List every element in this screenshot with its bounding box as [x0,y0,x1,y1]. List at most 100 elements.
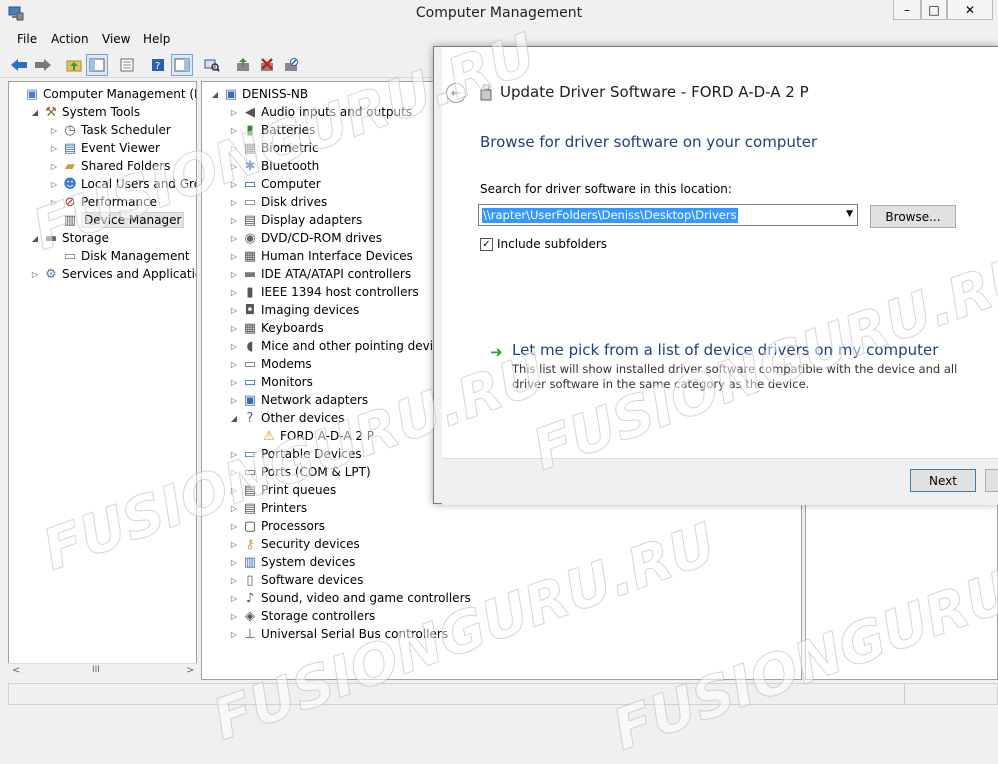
tree-item[interactable]: ◢ ⚒ System Tools [30,103,140,121]
device-category-item[interactable]: ◢? Other devices [229,409,345,427]
device-category-item[interactable]: ▷ ▯ Software devices [229,571,363,589]
device-category-item[interactable]: ▷ ▬ IDE ATA/ATAPI controllers [229,265,411,283]
device-category-item[interactable]: ▷ ✱ Bluetooth [229,157,319,175]
tree-item-label[interactable]: DENISS-NB [242,87,308,101]
tree-item-label[interactable]: Universal Serial Bus controllers [261,627,448,641]
device-category-item[interactable]: ▷ ⊥ Universal Serial Bus controllers [229,625,448,643]
tree-item-label[interactable]: IDE ATA/ATAPI controllers [261,267,411,281]
expand-arrow-icon[interactable]: ▷ [229,612,239,621]
tree-item[interactable]: ▷ ⚙ Services and Applications [30,265,196,283]
tree-item-label[interactable]: Computer Management (Local [43,87,196,101]
scroll-thumb[interactable]: III [92,665,100,675]
expand-arrow-icon[interactable]: ▷ [229,108,239,117]
device-category-item[interactable]: ▷ ◘ Imaging devices [229,301,359,319]
expand-arrow-icon[interactable]: ▷ [229,162,239,171]
expand-arrow-icon[interactable]: ▷ [229,144,239,153]
scan-hardware-button[interactable] [201,54,223,76]
expand-arrow-icon[interactable]: ▷ [229,306,239,315]
tree-item-label[interactable]: Network adapters [261,393,368,407]
expand-arrow-icon[interactable]: ▷ [229,270,239,279]
device-category-item[interactable]: ▷ ◖ Mice and other pointing devices [229,337,453,355]
device-category-item[interactable]: ▷ ▭ Computer [229,175,321,193]
device-category-item[interactable]: ⚠ FORD A-D-A 2 P [248,427,374,445]
expand-arrow-icon[interactable]: ▷ [229,288,239,297]
tree-item-label[interactable]: Ports (COM & LPT) [261,465,371,479]
expand-arrow-icon[interactable]: ▷ [229,126,239,135]
device-category-item[interactable]: ▷ ◀ Audio inputs and outputs [229,103,412,121]
driver-path-combobox[interactable]: \\rapter\UserFolders\Deniss\Desktop\Driv… [478,204,858,226]
tree-item-label[interactable]: DVD/CD-ROM drives [261,231,382,245]
tree-item-label[interactable]: Audio inputs and outputs [261,105,412,119]
device-category-item[interactable]: ▷ ▣ Network adapters [229,391,368,409]
expand-arrow-icon[interactable]: ▷ [49,180,59,189]
tree-item-label[interactable]: Printers [261,501,307,515]
device-category-item[interactable]: ▷ ◉ DVD/CD-ROM drives [229,229,382,247]
device-category-item[interactable]: ▷ ◈ Storage controllers [229,607,375,625]
menu-help[interactable]: Help [143,32,170,46]
tree-item-label[interactable]: Print queues [261,483,336,497]
properties-button[interactable] [116,54,138,76]
tree-item-label[interactable]: Performance [81,195,157,209]
expand-arrow-icon[interactable]: ▷ [49,126,59,135]
tree-item-label[interactable]: Batteries [261,123,315,137]
device-category-item[interactable]: ▷ ▦ Human Interface Devices [229,247,413,265]
tree-item-label[interactable]: Imaging devices [261,303,359,317]
tree-item-label[interactable]: Event Viewer [81,141,160,155]
menu-file[interactable]: File [17,32,37,46]
expand-arrow-icon[interactable]: ▷ [229,216,239,225]
tree-item-label[interactable]: IEEE 1394 host controllers [261,285,419,299]
tree-item[interactable]: ▷ ▰ Shared Folders [49,157,170,175]
driver-path-value[interactable]: \\rapter\UserFolders\Deniss\Desktop\Driv… [482,208,738,223]
tree-item-label[interactable]: Storage controllers [261,609,375,623]
expand-arrow-icon[interactable]: ▷ [229,450,239,459]
device-category-item[interactable]: ▷ ▮ Batteries [229,121,315,139]
expand-arrow-icon[interactable]: ▷ [229,252,239,261]
tree-item-label[interactable]: FORD A-D-A 2 P [280,429,374,443]
tree-item[interactable]: ▭ Disk Management [49,247,190,265]
next-button[interactable]: Next [910,469,976,492]
device-category-item[interactable]: ▷ ▮ IEEE 1394 host controllers [229,283,419,301]
browse-button[interactable]: Browse... [870,205,956,228]
tree-item[interactable]: ◢ ▬ Storage [30,229,109,247]
expand-arrow-icon[interactable]: ▷ [229,360,239,369]
tree-item-label[interactable]: Mice and other pointing devices [261,339,453,353]
tree-item-label[interactable]: Services and Applications [62,267,196,281]
expand-arrow-icon[interactable]: ▷ [49,198,59,207]
expand-arrow-icon[interactable]: ▷ [229,558,239,567]
help-button[interactable]: ? [147,54,169,76]
tree-item[interactable]: ▷ ▤ Event Viewer [49,139,160,157]
tree-item-label[interactable]: Computer [261,177,321,191]
expand-arrow-icon[interactable]: ▷ [229,180,239,189]
tree-item-label[interactable]: Modems [261,357,312,371]
expand-arrow-icon[interactable]: ▷ [30,270,40,279]
tree-item-label[interactable]: Disk drives [261,195,327,209]
include-subfolders[interactable]: ✓ Include subfolders [480,237,607,251]
chevron-down-icon[interactable]: ▼ [846,209,853,219]
device-category-item[interactable]: ▷ ▤ Printers [229,499,307,517]
expand-arrow-icon[interactable]: ▷ [229,468,239,477]
maximize-button[interactable]: □ [921,0,947,20]
device-category-item[interactable]: ▷ ▢ Processors [229,517,325,535]
menu-view[interactable]: View [102,32,130,46]
collapse-arrow-icon[interactable]: ◢ [210,90,220,99]
device-category-item[interactable]: ▷ ▥ System devices [229,553,355,571]
tree-item[interactable]: ▥ Device Manager [49,211,185,229]
expand-arrow-icon[interactable]: ▷ [49,144,59,153]
tree-item[interactable]: ▣ Computer Management (Local [11,85,196,103]
expand-arrow-icon[interactable]: ▷ [229,342,239,351]
collapse-arrow-icon[interactable]: ◢ [30,234,40,243]
minimize-button[interactable]: – [893,0,921,20]
tree-item-label[interactable]: Disk Management [81,249,190,263]
device-category-item[interactable]: ◢ ▣ DENISS-NB [210,85,308,103]
tree-item-label[interactable]: Software devices [261,573,363,587]
close-button[interactable]: ✕ [947,0,993,20]
back-button[interactable] [8,54,30,76]
expand-arrow-icon[interactable]: ▷ [229,486,239,495]
device-category-item[interactable]: ▷ ♪ Sound, video and game controllers [229,589,471,607]
up-folder-button[interactable] [63,54,85,76]
include-subfolders-checkbox[interactable]: ✓ [480,237,493,251]
tree-item-label[interactable]: Human Interface Devices [261,249,413,263]
device-category-item[interactable]: ▷ ▤ Print queues [229,481,336,499]
expand-arrow-icon[interactable]: ▷ [229,324,239,333]
include-subfolders-label[interactable]: Include subfolders [497,237,607,251]
